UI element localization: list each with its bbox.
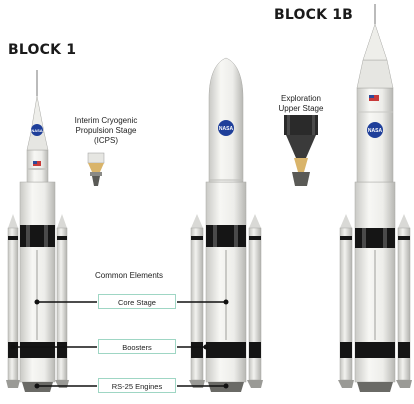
- block1b-core-stage: [354, 181, 396, 392]
- cargo-left-booster: [189, 214, 205, 388]
- nasa-text: NASA: [368, 128, 383, 134]
- block1-left-booster: [6, 214, 20, 388]
- eus-label: Exploration Upper Stage: [262, 94, 340, 114]
- cargo-right-booster: [247, 214, 263, 388]
- block1b-title: BLOCK 1B: [274, 7, 354, 23]
- icps-label-line1: Interim Cryogenic: [74, 116, 138, 125]
- eus-stage-illustration: [284, 115, 318, 186]
- rs25-engines-callout: RS-25 Engines: [98, 378, 176, 393]
- block1b-rocket: NASA: [338, 4, 412, 392]
- icps-label-line3: (ICPS): [94, 136, 118, 145]
- cargo-nasa-logo: NASA: [218, 120, 234, 136]
- cargo-rocket: NASA: [189, 57, 263, 392]
- nasa-text: NASA: [219, 126, 234, 132]
- icps-label-line2: Propulsion Stage: [75, 126, 137, 135]
- eus-label-line2: Upper Stage: [278, 104, 324, 113]
- block1-right-booster: [55, 214, 69, 388]
- boosters-callout: Boosters: [98, 339, 176, 354]
- block1-nasa-logo: NASA: [31, 124, 43, 136]
- sls-rockets-illustration: NASA NASA NASA: [6, 4, 412, 392]
- eus-label-line1: Exploration: [280, 94, 322, 103]
- common-elements-label: Common Elements: [94, 271, 164, 280]
- icps-label: Interim Cryogenic Propulsion Stage (ICPS…: [56, 116, 156, 146]
- block1b-upper-stack: [356, 4, 394, 183]
- block1-core-stage: [19, 181, 56, 392]
- nasa-text: NASA: [31, 128, 42, 133]
- cargo-core-stage: [205, 181, 247, 392]
- block1b-right-booster: [396, 214, 412, 388]
- icps-stage-illustration: [87, 152, 105, 186]
- block1b-nasa-logo: NASA: [367, 122, 383, 138]
- block1-title: BLOCK 1: [8, 42, 77, 58]
- block1b-left-booster: [338, 214, 354, 388]
- core-stage-callout: Core Stage: [98, 294, 176, 309]
